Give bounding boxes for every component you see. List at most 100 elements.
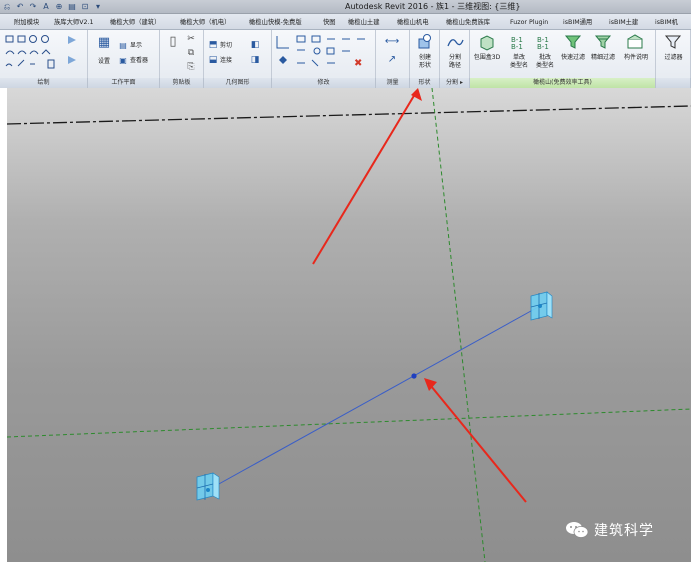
text-icon[interactable]: A <box>41 2 51 12</box>
geometry-tool-icon[interactable]: ◧ <box>250 40 260 51</box>
create-form-label-1[interactable]: 创建 <box>410 54 440 61</box>
annotation-arrow-midpoint <box>424 378 527 503</box>
svg-text:✖: ✖ <box>354 58 362 69</box>
model-line[interactable] <box>207 305 541 491</box>
copy-icon[interactable]: ⧉ <box>186 48 196 59</box>
tab-addins[interactable]: 附加模块 <box>14 17 39 29</box>
draw-tools-icon[interactable] <box>0 30 88 78</box>
watermark-text: 建筑科学 <box>594 523 654 539</box>
tab-olive-mep-2[interactable]: 橄榄山机电 <box>397 17 428 29</box>
tab-isbim-civil[interactable]: isBIM土建 <box>609 17 638 29</box>
fine-filter-label[interactable]: 精细过滤 <box>588 54 618 61</box>
component-info-label[interactable]: 构件说明 <box>620 54 652 61</box>
zoom-icon[interactable]: ⊕ <box>54 2 64 12</box>
watermark: 建筑科学 <box>565 520 654 540</box>
clipboard-label: 剪贴板 <box>160 78 204 88</box>
tab-olive-civil[interactable]: 橄榄山土建 <box>348 17 379 29</box>
filter-icon[interactable] <box>664 33 682 51</box>
measure-icon[interactable]: ⟷ <box>382 36 402 47</box>
horizontal-ref-line[interactable] <box>7 408 691 438</box>
window-title: Autodesk Revit 2016 - 族1 - 三维视图: {三维} <box>345 2 521 11</box>
match-icon[interactable]: ⎘ <box>186 62 196 73</box>
viewer-icon[interactable]: ▣ <box>118 55 128 66</box>
clipboard-panel: ▯ ✂ ⧉ ⎘ <box>160 30 204 80</box>
box3d-icon[interactable] <box>478 33 496 51</box>
cut-geometry-icon[interactable]: ⬒ <box>208 40 218 51</box>
tab-quick-drawing[interactable]: 快图 <box>323 17 336 29</box>
dropdown-icon[interactable]: ▾ <box>93 2 103 12</box>
modify-label: 修改 <box>272 78 376 88</box>
tab-olive-arch[interactable]: 橄榄大师（建筑） <box>110 17 160 29</box>
draw-panel-label: 绘制 <box>0 78 88 88</box>
measure-panel: ⟷ ↗ <box>376 30 410 80</box>
midpoint-dot[interactable] <box>411 373 417 379</box>
divide-path-label-1[interactable]: 分割 <box>440 54 470 61</box>
component-info-icon[interactable] <box>626 33 644 51</box>
filter-label[interactable]: 过滤器 <box>656 54 691 61</box>
reference-plane-line[interactable] <box>7 105 691 125</box>
svg-text:B-1: B-1 <box>511 43 523 51</box>
tab-fuzor-plugin[interactable]: Fuzor Plugin <box>510 17 548 29</box>
vertical-ref-line[interactable] <box>431 88 486 562</box>
box3d-label[interactable]: 包围盒3D <box>470 54 504 61</box>
olive-tools-label: 橄榄山(免费效率工具) <box>470 78 656 88</box>
divide-panel: 分割 路径 <box>440 30 470 80</box>
batch-change-label-1[interactable]: 批改 <box>530 54 560 61</box>
ribbon: 绘制 ▦ 设置 ▤ 显示 ▣ 查看器 工作平面 ▯ ✂ ⧉ ⎘ 剪贴板 ⬒ 剪切… <box>0 30 691 88</box>
undo-icon[interactable]: ↶ <box>15 2 25 12</box>
measure-label: 测量 <box>376 78 410 88</box>
left-end-element[interactable] <box>196 472 220 501</box>
menu-icon[interactable]: ⎌ <box>2 2 12 12</box>
title-bar: ⎌ ↶ ↷ A ⊕ ▤ ⊡ ▾ Autodesk Revit 2016 - 族1… <box>0 0 691 14</box>
window-icon[interactable]: ⊡ <box>80 2 90 12</box>
show-icon[interactable]: ▤ <box>118 40 128 51</box>
cut-button-label[interactable]: 剪切 <box>220 42 232 49</box>
redo-icon[interactable]: ↷ <box>28 2 38 12</box>
tab-isbim-more[interactable]: isBIM机 <box>655 17 678 29</box>
ribbon-tab-bar: 附加模块 族库大师V2.1 橄榄大师（建筑） 橄榄大师（机电） 橄榄山快模-免费… <box>0 14 691 30</box>
create-form-label-2[interactable]: 形状 <box>410 62 440 69</box>
join-icon[interactable]: ⬓ <box>208 55 218 66</box>
filter-panel: 过滤器 <box>656 30 691 80</box>
shape-panel: 创建 形状 <box>410 30 440 80</box>
tab-family-library[interactable]: 族库大师V2.1 <box>54 17 94 29</box>
modify-panel: ✖ <box>272 30 376 80</box>
show-button-label[interactable]: 显示 <box>130 42 142 49</box>
modify-tools-icon[interactable]: ✖ <box>272 30 376 78</box>
svg-text:B-1: B-1 <box>537 43 549 51</box>
filter-panel-label <box>656 78 691 88</box>
fine-filter-icon[interactable] <box>594 33 612 51</box>
divide-label: 分割 ▸ <box>440 78 470 88</box>
dimension-icon[interactable]: ↗ <box>382 54 402 65</box>
join-button-label[interactable]: 连接 <box>220 57 232 64</box>
cut-icon[interactable]: ✂ <box>186 34 196 45</box>
grid-icon[interactable]: ▦ <box>96 36 112 49</box>
draw-panel <box>0 30 88 80</box>
create-form-icon[interactable] <box>416 33 434 51</box>
paint-icon[interactable]: ◨ <box>250 55 260 66</box>
tab-olive-quick-model[interactable]: 橄榄山快模-免费版 <box>249 17 302 29</box>
annotation-arrow-create-form <box>312 88 422 265</box>
shape-label: 形状 <box>410 78 440 88</box>
tab-olive-free-library[interactable]: 橄榄山免费族库 <box>446 17 490 29</box>
tab-olive-mep[interactable]: 橄榄大师（机电） <box>180 17 230 29</box>
wechat-icon <box>566 522 589 538</box>
tab-isbim-general[interactable]: isBIM通用 <box>563 17 592 29</box>
batch-change-icon[interactable]: B-1 B-1 <box>536 33 554 51</box>
batch-change-label-2[interactable]: 类型名 <box>530 62 560 69</box>
work-plane-panel: ▦ 设置 ▤ 显示 ▣ 查看器 <box>88 30 160 80</box>
viewer-button-label[interactable]: 查看器 <box>130 57 148 64</box>
quick-filter-label[interactable]: 快速过滤 <box>558 54 588 61</box>
geometry-panel: ⬒ 剪切 ⬓ 连接 ◧ ◨ <box>204 30 272 80</box>
divide-path-icon[interactable] <box>446 34 464 52</box>
viewport-drawing <box>7 88 691 562</box>
divide-path-label-2[interactable]: 路径 <box>440 62 470 69</box>
window-edge <box>0 88 7 565</box>
view-icon[interactable]: ▤ <box>67 2 77 12</box>
single-change-icon[interactable]: B-1 B-1 <box>510 33 528 51</box>
quick-filter-icon[interactable] <box>564 33 582 51</box>
set-button-label[interactable]: 设置 <box>93 58 115 65</box>
paste-icon[interactable]: ▯ <box>166 35 180 48</box>
3d-view-canvas[interactable] <box>7 88 691 562</box>
right-end-element[interactable] <box>530 291 553 321</box>
